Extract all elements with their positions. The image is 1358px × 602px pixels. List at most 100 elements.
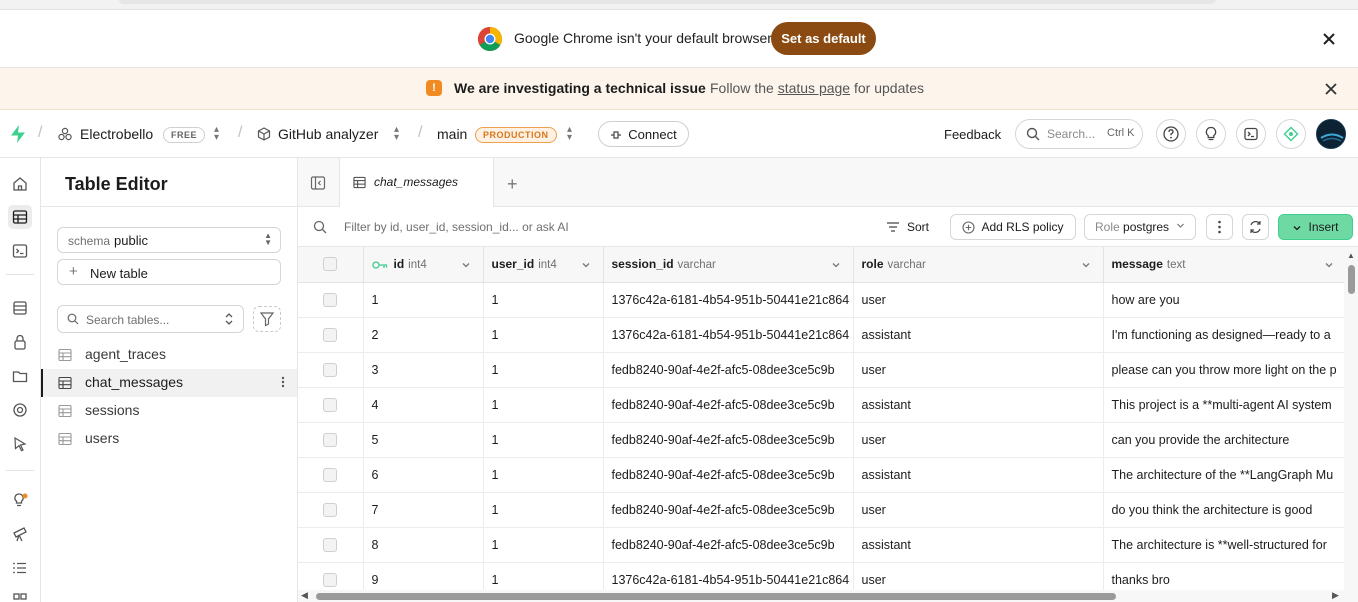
role-selector[interactable]: Role postgres — [1084, 214, 1196, 240]
row-checkbox[interactable] — [298, 527, 364, 563]
row-checkbox[interactable] — [298, 492, 364, 528]
grid-cell-role[interactable]: assistant — [853, 457, 1104, 493]
vertical-scrollbar[interactable]: ▲ — [1344, 247, 1358, 590]
table-row[interactable]: 9 1 1376c42a-6181-4b54-951b-50441e21c864 us… — [298, 562, 1344, 590]
grid-cell-session-id[interactable]: fedb8240-90af-4e2f-afc5-08dee3ce5c9b — [603, 492, 854, 528]
filter-tables-button[interactable] — [253, 306, 281, 332]
list-icon[interactable] — [8, 556, 32, 580]
column-header-role[interactable]: role varchar — [853, 247, 1104, 283]
grid-cell-user-id[interactable]: 1 — [483, 352, 604, 388]
new-tab-plus-icon[interactable]: + — [507, 174, 518, 195]
grid-cell-id[interactable]: 2 — [363, 317, 484, 353]
lock-icon[interactable] — [8, 330, 32, 354]
grid-cell-user-id[interactable]: 1 — [483, 282, 604, 318]
grid-cell-user-id[interactable]: 1 — [483, 457, 604, 493]
close-icon[interactable] — [1322, 80, 1340, 98]
chevron-down-icon[interactable] — [1324, 260, 1334, 270]
table-row[interactable]: 4 1 fedb8240-90af-4e2f-afc5-08dee3ce5c9b as… — [298, 387, 1344, 423]
grid-cell-user-id[interactable]: 1 — [483, 387, 604, 423]
grid-cell-id[interactable]: 4 — [363, 387, 484, 423]
assistant-button[interactable] — [1276, 119, 1306, 149]
realtime-icon[interactable] — [8, 398, 32, 422]
storage-icon[interactable] — [8, 364, 32, 388]
sort-button[interactable]: Sort — [907, 220, 929, 234]
close-icon[interactable] — [1318, 28, 1340, 50]
grid-cell-session-id[interactable]: fedb8240-90af-4e2f-afc5-08dee3ce5c9b — [603, 457, 854, 493]
advisors-icon[interactable] — [8, 488, 32, 512]
grid-cell-role[interactable]: user — [853, 282, 1104, 318]
grid-cell-user-id[interactable]: 1 — [483, 562, 604, 590]
search-input[interactable]: Search... Ctrl K — [1015, 119, 1143, 149]
tab-chat-messages[interactable]: chat_messages — [339, 158, 494, 207]
refresh-button[interactable] — [1242, 214, 1269, 240]
new-table-button[interactable]: + New table — [57, 259, 281, 285]
grid-cell-session-id[interactable]: fedb8240-90af-4e2f-afc5-08dee3ce5c9b — [603, 422, 854, 458]
chevron-down-icon[interactable] — [1081, 260, 1091, 270]
table-row[interactable]: 8 1 fedb8240-90af-4e2f-afc5-08dee3ce5c9b as… — [298, 527, 1344, 563]
row-checkbox[interactable] — [298, 282, 364, 318]
grid-cell-session-id[interactable]: fedb8240-90af-4e2f-afc5-08dee3ce5c9b — [603, 527, 854, 563]
filter-input[interactable]: Filter by id, user_id, session_id... or … — [344, 220, 569, 234]
grid-cell-role[interactable]: user — [853, 562, 1104, 590]
branch-name[interactable]: main — [437, 126, 467, 142]
feedback-button[interactable]: Feedback — [944, 127, 1001, 142]
grid-cell-message[interactable]: This project is a **multi-agent AI syste… — [1103, 387, 1344, 423]
chevron-down-icon[interactable] — [831, 260, 841, 270]
grid-cell-message[interactable]: how are you — [1103, 282, 1344, 318]
grid-cell-id[interactable]: 8 — [363, 527, 484, 563]
table-row[interactable]: 5 1 fedb8240-90af-4e2f-afc5-08dee3ce5c9b us… — [298, 422, 1344, 458]
grid-cell-role[interactable]: user — [853, 352, 1104, 388]
chevron-down-icon[interactable] — [581, 260, 591, 270]
grid-cell-role[interactable]: assistant — [853, 527, 1104, 563]
grid-cell-id[interactable]: 7 — [363, 492, 484, 528]
grid-cell-role[interactable]: assistant — [853, 387, 1104, 423]
column-header-session-id[interactable]: session_id varchar — [603, 247, 854, 283]
row-checkbox[interactable] — [298, 352, 364, 388]
more-vertical-icon[interactable] — [281, 375, 285, 389]
table-row[interactable]: 7 1 fedb8240-90af-4e2f-afc5-08dee3ce5c9b us… — [298, 492, 1344, 528]
column-header-id[interactable]: id int4 — [363, 247, 484, 283]
grid-cell-message[interactable]: I'm functioning as designed—ready to a — [1103, 317, 1344, 353]
project-name[interactable]: GitHub analyzer — [278, 126, 378, 142]
table-editor-icon[interactable] — [8, 205, 32, 229]
sidebar-item-agent-traces[interactable]: agent_traces — [41, 341, 297, 369]
column-header-message[interactable]: message text — [1103, 247, 1344, 283]
sql-editor-icon[interactable] — [8, 239, 32, 263]
horizontal-scrollbar[interactable]: ◀ ▶ — [298, 590, 1358, 602]
status-page-link[interactable]: status page — [778, 80, 850, 96]
grid-cell-user-id[interactable]: 1 — [483, 422, 604, 458]
telescope-icon[interactable] — [8, 522, 32, 546]
grid-cell-session-id[interactable]: fedb8240-90af-4e2f-afc5-08dee3ce5c9b — [603, 352, 854, 388]
table-row[interactable]: 2 1 1376c42a-6181-4b54-951b-50441e21c864 as… — [298, 317, 1344, 353]
help-button[interactable] — [1156, 119, 1186, 149]
grid-cell-message[interactable]: The architecture is **well-structured fo… — [1103, 527, 1344, 563]
grid-cell-session-id[interactable]: 1376c42a-6181-4b54-951b-50441e21c864 — [603, 282, 854, 318]
row-checkbox[interactable] — [298, 317, 364, 353]
collapse-sidebar-icon[interactable] — [310, 175, 326, 191]
grid-cell-message[interactable]: can you provide the architecture — [1103, 422, 1344, 458]
row-checkbox[interactable] — [298, 457, 364, 493]
table-row[interactable]: 3 1 fedb8240-90af-4e2f-afc5-08dee3ce5c9b us… — [298, 352, 1344, 388]
grid-cell-session-id[interactable]: 1376c42a-6181-4b54-951b-50441e21c864 — [603, 562, 854, 590]
grid-cell-user-id[interactable]: 1 — [483, 492, 604, 528]
search-tables-input[interactable]: Search tables... — [57, 305, 244, 333]
grid-cell-user-id[interactable]: 1 — [483, 527, 604, 563]
grid-cell-id[interactable]: 1 — [363, 282, 484, 318]
set-as-default-button[interactable]: Set as default — [771, 22, 876, 55]
grid-cell-message[interactable]: The architecture of the **LangGraph Mu — [1103, 457, 1344, 493]
more-options-button[interactable] — [1206, 214, 1233, 240]
avatar[interactable] — [1316, 119, 1346, 149]
org-switcher-icon[interactable]: ▴ ▾ — [214, 125, 219, 143]
sql-console-button[interactable] — [1236, 119, 1266, 149]
grid-cell-message[interactable]: please can you throw more light on the p — [1103, 352, 1344, 388]
table-row[interactable]: 1 1 1376c42a-6181-4b54-951b-50441e21c864 us… — [298, 282, 1344, 318]
grid-cell-session-id[interactable]: 1376c42a-6181-4b54-951b-50441e21c864 — [603, 317, 854, 353]
insert-button[interactable]: Insert — [1278, 214, 1353, 240]
project-switcher-icon[interactable]: ▴ ▾ — [394, 125, 399, 143]
org-name[interactable]: Electrobello — [80, 126, 153, 142]
grid-cell-role[interactable]: assistant — [853, 317, 1104, 353]
grid-cell-role[interactable]: user — [853, 492, 1104, 528]
home-icon[interactable] — [8, 172, 32, 196]
tips-button[interactable] — [1196, 119, 1226, 149]
grid-cell-id[interactable]: 3 — [363, 352, 484, 388]
